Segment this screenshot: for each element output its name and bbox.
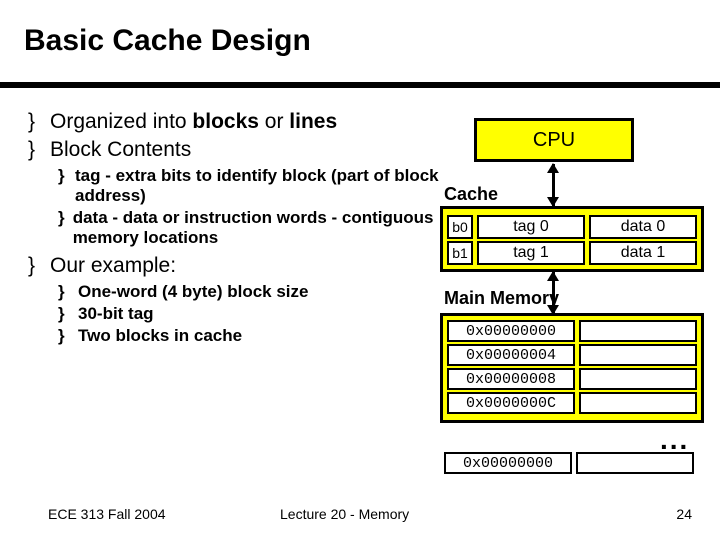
text: - extra bits to identify block (part of …	[75, 166, 439, 205]
bullet-3: } Our example:	[28, 254, 448, 278]
bullet-marker: }	[58, 326, 78, 346]
cpu-box: CPU	[474, 118, 634, 162]
bullet-3-sub-2: } 30-bit tag	[58, 304, 448, 324]
bullet-1: } Organized into blocks or lines	[28, 110, 448, 134]
footer-center: Lecture 20 - Memory	[280, 506, 409, 522]
bullet-marker: }	[58, 208, 73, 248]
bullet-text: 30-bit tag	[78, 304, 154, 324]
arrow-icon	[552, 164, 555, 206]
footer-left: ECE 313 Fall 2004	[48, 506, 166, 522]
bullet-marker: }	[28, 254, 50, 278]
mm-addr: 0x0000000C	[447, 392, 575, 414]
cache-cell: data 0	[589, 215, 697, 239]
text: or	[259, 110, 289, 133]
main-memory-label: Main Memory	[444, 288, 559, 309]
bullet-2-sub-2: } data - data or instruction words - con…	[58, 208, 448, 248]
text: Organized into	[50, 110, 192, 133]
bullet-2-sub-1: } tag - extra bits to identify block (pa…	[58, 166, 448, 206]
bold: data	[73, 208, 108, 227]
bold: tag	[75, 166, 101, 185]
bullet-marker: }	[58, 304, 78, 324]
text: - data or instruction words - contiguous…	[73, 208, 434, 247]
bullet-text: Organized into blocks or lines	[50, 110, 337, 134]
cache-label: Cache	[444, 184, 498, 205]
cache-cell: tag 0	[477, 215, 585, 239]
mm-data	[579, 344, 697, 366]
bullet-marker: }	[58, 282, 78, 302]
bold: blocks	[192, 110, 259, 133]
mm-data-extra	[576, 452, 694, 474]
cache-cell: b1	[447, 241, 473, 265]
mm-data	[579, 392, 697, 414]
bullet-text: tag - extra bits to identify block (part…	[75, 166, 448, 206]
bullet-text: Block Contents	[50, 138, 191, 162]
bullet-3-sub-3: } Two blocks in cache	[58, 326, 448, 346]
bullet-marker: }	[28, 110, 50, 134]
cache-box: b0 tag 0 data 0 b1 tag 1 data 1	[440, 206, 704, 272]
bullet-text: One-word (4 byte) block size	[78, 282, 309, 302]
bullet-marker: }	[58, 166, 75, 206]
cache-cell: b0	[447, 215, 473, 239]
cache-cell: tag 1	[477, 241, 585, 265]
title-divider	[0, 82, 720, 88]
bullet-text: Two blocks in cache	[78, 326, 242, 346]
mm-data	[579, 368, 697, 390]
mm-addr: 0x00000004	[447, 344, 575, 366]
mm-addr-extra: 0x00000000	[444, 452, 572, 474]
mm-addr: 0x00000008	[447, 368, 575, 390]
bullet-3-sub-1: } One-word (4 byte) block size	[58, 282, 448, 302]
bullet-text: Our example:	[50, 254, 176, 278]
bullet-content: } Organized into blocks or lines } Block…	[28, 110, 448, 348]
footer-right: 24	[676, 506, 692, 522]
mm-addr: 0x00000000	[447, 320, 575, 342]
bold: lines	[289, 110, 337, 133]
bullet-2: } Block Contents	[28, 138, 448, 162]
bullet-text: data - data or instruction words - conti…	[73, 208, 448, 248]
bullet-marker: }	[28, 138, 50, 162]
cache-cell: data 1	[589, 241, 697, 265]
main-memory-box: 0x00000000 0x00000004 0x00000008 0x00000…	[440, 313, 704, 423]
mm-data	[579, 320, 697, 342]
slide-title: Basic Cache Design	[24, 24, 311, 58]
